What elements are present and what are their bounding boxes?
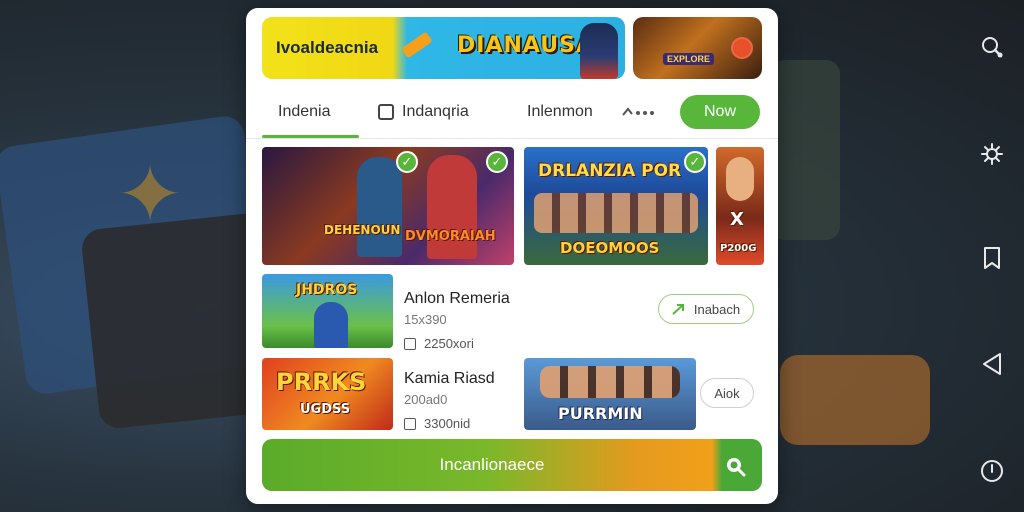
hero-character: [580, 23, 618, 79]
game-subtitle: 200ad0: [404, 392, 448, 407]
primary-action-label: Incanlionaece: [439, 455, 545, 474]
tile-caption: DRLANZIA POR: [538, 161, 682, 181]
background-device: [770, 60, 840, 240]
search-icon[interactable]: [972, 27, 1012, 67]
divider: [246, 138, 778, 139]
install-button[interactable]: Inabach: [658, 294, 754, 324]
bookmark-icon[interactable]: [972, 238, 1012, 278]
checkbox-icon[interactable]: [378, 104, 394, 120]
tab-indanqria[interactable]: Indanqria: [378, 86, 469, 138]
checkbox-icon: [404, 417, 416, 430]
character-crowd: [534, 193, 698, 233]
search-icon: [721, 452, 748, 479]
promo-banner-text: Ivoaldeacnia: [276, 38, 379, 57]
promo-banner[interactable]: Ivoaldeacnia DIANAUSA: [262, 17, 625, 79]
tab-bar: Indenia Indanqria Inlenmon Now: [262, 86, 762, 138]
character-crowd: [540, 366, 680, 398]
list-item[interactable]: PRRKS UGDSS Kamia Riasd 200ad0 3300nid P…: [246, 358, 778, 434]
download-count: 3300nid: [424, 416, 471, 431]
game-logo: DIANAUSA: [457, 33, 594, 58]
thumbnail-caption: PRRKS: [276, 368, 367, 396]
verified-icon: ✓: [486, 151, 508, 173]
thumbnail-caption: PURRMIN: [558, 404, 643, 423]
settings-icon[interactable]: [972, 134, 1012, 174]
clock-icon[interactable]: [972, 451, 1012, 491]
primary-action-button[interactable]: Incanlionaece: [262, 439, 762, 491]
banner-carousel: Ivoaldeacnia DIANAUSA EXPLORE: [262, 17, 762, 79]
character-figure: [314, 302, 348, 348]
tile-caption: DOEOMOOS: [560, 239, 660, 257]
tab-indenia[interactable]: Indenia: [278, 86, 331, 138]
game-title: Anlon Remeria: [404, 290, 510, 307]
side-banner-title: EXPLORE: [663, 53, 715, 65]
tile-caption: DEHENOUN: [324, 223, 401, 237]
featured-game-tile[interactable]: ✓ ✓ DEHENOUN DVMORAIAH: [262, 147, 514, 265]
new-button[interactable]: Now: [680, 95, 760, 129]
more-options-icon[interactable]: [622, 86, 656, 138]
background-emblem: ✦: [116, 150, 184, 239]
tile-caption: P200G: [720, 243, 757, 254]
tab-label: Indenia: [278, 103, 331, 120]
game-meta: 3300nid: [404, 416, 470, 431]
game-meta: 2250xori: [404, 336, 474, 351]
install-button-label: Aiok: [714, 385, 740, 401]
tab-label: Inlenmon: [527, 103, 593, 120]
arrow-icon: [672, 304, 684, 315]
thumbnail-caption: UGDSS: [300, 402, 351, 417]
pencil-icon: [401, 31, 433, 59]
game-thumbnail[interactable]: PURRMIN: [524, 358, 696, 430]
game-title: Kamia Riasd: [404, 370, 495, 387]
back-icon[interactable]: [972, 344, 1012, 384]
tile-caption: X: [730, 209, 744, 230]
install-button-label: Inabach: [693, 301, 741, 317]
install-button[interactable]: Aiok: [700, 378, 754, 408]
nav-rail: [960, 0, 1024, 512]
game-thumbnail: PRRKS UGDSS: [262, 358, 393, 430]
featured-game-tile[interactable]: X P200G: [716, 147, 764, 265]
list-item[interactable]: JHDROS Anlon Remeria 15x390 2250xori Ina…: [246, 274, 778, 352]
checkbox-icon: [404, 337, 416, 350]
tile-caption: DVMORAIAH: [405, 229, 496, 244]
tab-inlenmon[interactable]: Inlenmon: [527, 86, 593, 138]
tab-label: Indanqria: [402, 103, 469, 120]
game-subtitle: 15x390: [404, 312, 447, 327]
play-icon: [731, 37, 753, 59]
character-figure: [726, 157, 754, 201]
game-thumbnail: JHDROS: [262, 274, 393, 348]
featured-game-tile[interactable]: DRLANZIA POR DOEOMOOS ✓: [524, 147, 708, 265]
verified-icon: ✓: [684, 151, 706, 173]
download-count: 2250xori: [424, 336, 474, 351]
character-figure: [357, 157, 402, 257]
thumbnail-caption: JHDROS: [296, 282, 358, 298]
side-banner[interactable]: EXPLORE: [633, 17, 762, 79]
store-panel: Ivoaldeacnia DIANAUSA EXPLORE Indenia In…: [246, 8, 778, 504]
background-button: [780, 355, 930, 445]
verified-icon: ✓: [396, 151, 418, 173]
